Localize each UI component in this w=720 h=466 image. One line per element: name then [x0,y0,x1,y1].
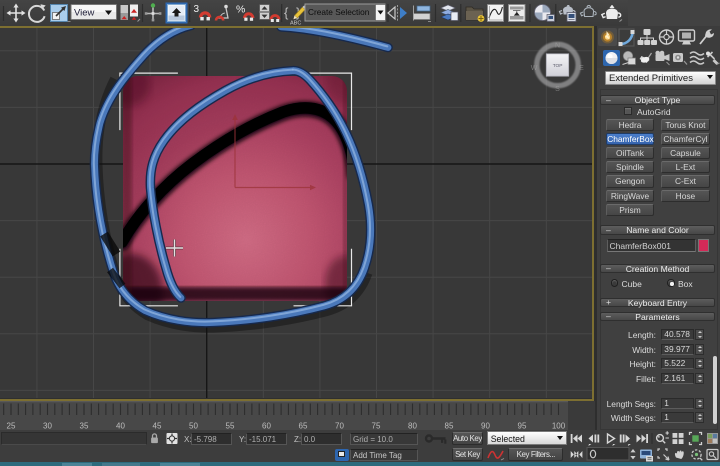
svg-text:TOP: TOP [553,63,563,69]
svg-text:55: 55 [226,422,235,431]
svg-text:25: 25 [7,422,16,431]
svg-text:Create Selection: Create Selection [308,7,370,17]
svg-text:70: 70 [335,422,344,431]
svg-text:35: 35 [80,422,89,431]
svg-text:30: 30 [43,422,52,431]
svg-text:%: % [236,4,245,16]
svg-text:45: 45 [153,422,162,431]
svg-text:100: 100 [552,422,566,431]
svg-text:50: 50 [189,422,198,431]
svg-text:80: 80 [408,422,417,431]
svg-text:85: 85 [445,422,454,431]
svg-text:{: { [284,5,289,20]
svg-text:E: E [579,65,584,72]
svg-text:3: 3 [194,4,200,15]
svg-text:60: 60 [262,422,271,431]
svg-text:65: 65 [299,422,308,431]
svg-text:W: W [531,65,538,72]
svg-text:75: 75 [372,422,381,431]
svg-text:95: 95 [518,422,527,431]
svg-text:N: N [555,43,560,50]
svg-text:S: S [555,86,560,93]
svg-text:90: 90 [481,422,490,431]
svg-text:View: View [74,8,95,19]
svg-text:40: 40 [116,422,125,431]
